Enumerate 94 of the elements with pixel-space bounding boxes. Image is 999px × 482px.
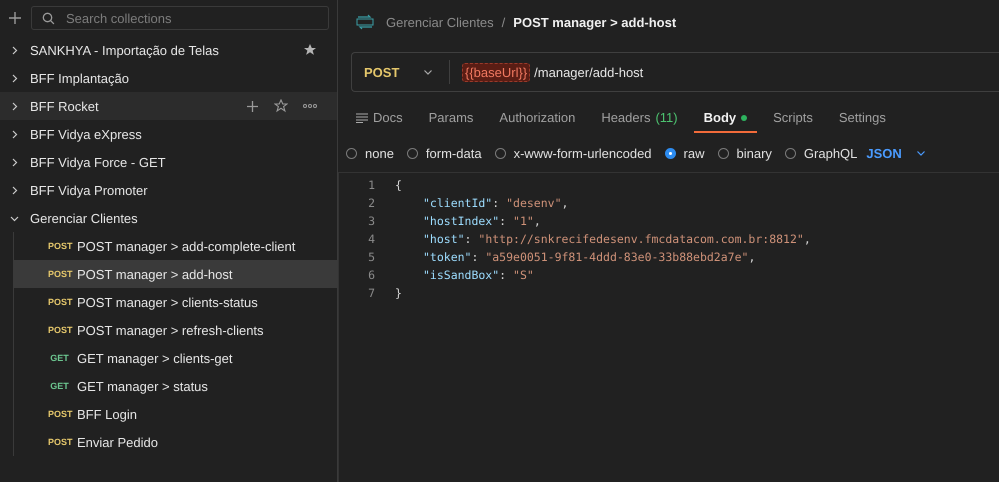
tab[interactable]: Settings	[828, 104, 896, 133]
collection-item[interactable]: BFF Vidya Force - GET	[0, 148, 337, 176]
code-line: "hostIndex": "1",	[423, 214, 541, 228]
request-item[interactable]: POST POST manager > refresh-clients	[14, 316, 337, 344]
code-line: "isSandBox": "S"	[423, 268, 534, 282]
method-dropdown[interactable]: POST	[352, 60, 450, 84]
format-dropdown[interactable]: JSON	[866, 146, 926, 160]
code-line: "token": "a59e0051-9f81-4ddd-83e0-33b88ebd2a7e",	[423, 250, 756, 264]
more-icon[interactable]	[303, 103, 317, 109]
code-line: }	[395, 286, 402, 300]
chevron-right-icon	[10, 74, 19, 82]
request-item[interactable]: POST POST manager > add-host	[14, 260, 337, 288]
add-icon[interactable]	[8, 11, 22, 25]
tab[interactable]: Scripts	[763, 104, 823, 133]
radio-button[interactable]	[784, 148, 796, 158]
request-item[interactable]: POST POST manager > add-complete-client	[14, 232, 337, 260]
radio-option[interactable]: GraphQL	[784, 146, 858, 160]
collection-item[interactable]: BFF Rocket	[0, 92, 337, 120]
count-label: (11)	[655, 110, 678, 125]
tab[interactable]: Headers (11)	[591, 104, 688, 133]
search-field[interactable]: Search collections	[31, 6, 329, 30]
radio-button[interactable]	[406, 148, 418, 158]
chevron-down-icon	[423, 67, 433, 77]
radio-button[interactable]	[718, 148, 728, 158]
chevron-right-icon	[10, 46, 19, 54]
method-label: POST	[48, 297, 71, 307]
radio-label: form-data	[426, 146, 482, 160]
line-number: 5	[367, 250, 376, 264]
star-icon[interactable]	[274, 99, 288, 113]
radio-button[interactable]	[346, 148, 357, 158]
line-number: 2	[367, 196, 376, 210]
line-number: 3	[367, 214, 376, 228]
method-label: GET	[49, 353, 70, 363]
line-number: 6	[367, 268, 376, 282]
breadcrumb-link[interactable]: Gerenciar Clientes	[386, 14, 494, 30]
radio-button[interactable]	[664, 148, 676, 158]
radio-label: binary	[736, 146, 772, 160]
chevron-down-icon	[10, 214, 19, 222]
collection-item[interactable]: BFF Implantação	[0, 64, 337, 92]
request-name: POST manager > add-host	[77, 266, 232, 282]
add-icon[interactable]	[246, 100, 259, 112]
url-field[interactable]: {{baseUrl}} /manager/add-host	[450, 62, 644, 82]
radio-label: raw	[684, 146, 704, 160]
tab[interactable]: Params	[418, 104, 484, 133]
request-name: POST manager > clients-status	[77, 294, 258, 310]
method-label: POST	[48, 437, 71, 447]
search-icon	[42, 12, 55, 25]
radio-option[interactable]: form-data	[406, 146, 482, 160]
collection-item[interactable]: SANKHYA - Importação de Telas	[0, 36, 337, 64]
variable-tag: {{baseUrl}}	[462, 62, 530, 82]
code-line: {	[395, 178, 402, 192]
line-number: 7	[367, 286, 376, 300]
request-item[interactable]: POST POST manager > clients-status	[14, 288, 337, 316]
request-name: BFF Login	[77, 406, 137, 422]
code-line: "clientId": "desenv",	[423, 196, 568, 210]
radio-option[interactable]: none	[346, 146, 394, 160]
radio-label: none	[365, 146, 394, 160]
url-path: /manager/add-host	[534, 64, 644, 80]
request-name: POST manager > add-complete-client	[77, 238, 296, 254]
chevron-right-icon	[10, 186, 19, 194]
line-number: 1	[367, 178, 376, 192]
breadcrumb-separator: /	[502, 14, 506, 30]
radio-button[interactable]	[494, 148, 506, 158]
star-icon[interactable]	[303, 43, 317, 57]
request-item[interactable]: GET GET manager > clients-get	[14, 344, 337, 372]
tab[interactable]: Docs	[346, 104, 413, 133]
chevron-down-icon	[916, 148, 926, 158]
request-name: GET manager > clients-get	[77, 350, 232, 366]
radio-label: GraphQL	[804, 146, 858, 160]
method-label: POST	[48, 269, 71, 279]
request-item[interactable]: GET GET manager > status	[14, 372, 337, 400]
request-name: GET manager > status	[77, 378, 208, 394]
request-title: POST manager > add-host	[513, 14, 676, 30]
request-name: POST manager > refresh-clients	[77, 322, 264, 338]
collection-item[interactable]: Gerenciar Clientes	[0, 204, 337, 232]
collection-item[interactable]: BFF Vidya eXpress	[0, 120, 337, 148]
tab[interactable]: Authorization	[489, 104, 586, 133]
request-name: Enviar Pedido	[77, 434, 158, 450]
method-label: POST	[48, 241, 71, 251]
radio-option[interactable]: raw	[664, 146, 704, 160]
docs-icon	[356, 112, 368, 122]
tab[interactable]: Body	[694, 104, 758, 133]
method-label: GET	[49, 381, 70, 391]
radio-option[interactable]: binary	[718, 146, 772, 160]
request-item[interactable]: POST BFF Login	[14, 400, 337, 428]
line-number: 4	[367, 232, 376, 246]
method-label: POST	[48, 409, 71, 419]
chevron-right-icon	[10, 130, 19, 138]
chevron-right-icon	[10, 102, 19, 110]
chevron-right-icon	[10, 158, 19, 166]
method-label: POST	[48, 325, 71, 335]
collection-item[interactable]: BFF Vidya Promoter	[0, 176, 337, 204]
request-item[interactable]: POST Enviar Pedido	[14, 428, 337, 456]
code-line: "host": "http://snkrecifedesenv.fmcdatacom.com.br:8812",	[423, 232, 811, 246]
